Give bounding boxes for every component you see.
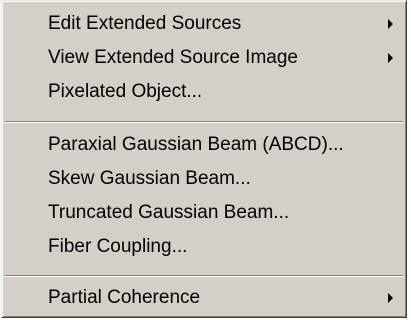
menu-item-label: Skew Gaussian Beam... bbox=[48, 168, 251, 189]
menu-item-truncated-gaussian-beam[interactable]: Truncated Gaussian Beam... bbox=[5, 197, 403, 229]
submenu-arrow-icon bbox=[388, 293, 393, 303]
menu-item-fiber-coupling[interactable]: Fiber Coupling... bbox=[5, 231, 403, 263]
menu-separator bbox=[5, 275, 403, 277]
menu-item-label: Paraxial Gaussian Beam (ABCD)... bbox=[48, 134, 344, 155]
menu-item-label: Pixelated Object... bbox=[48, 81, 203, 102]
submenu-arrow-icon bbox=[388, 19, 393, 29]
menu-item-label: Truncated Gaussian Beam... bbox=[48, 202, 290, 223]
menu-item-label: Edit Extended Sources bbox=[48, 13, 242, 34]
menu-item-paraxial-gaussian-beam[interactable]: Paraxial Gaussian Beam (ABCD)... bbox=[5, 129, 403, 161]
menu-item-view-extended-source-image[interactable]: View Extended Source Image bbox=[5, 42, 403, 74]
submenu-arrow-icon bbox=[388, 53, 393, 63]
context-menu: Edit Extended Sources View Extended Sour… bbox=[1, 0, 407, 318]
menu-item-skew-gaussian-beam[interactable]: Skew Gaussian Beam... bbox=[5, 163, 403, 195]
menu-item-partial-coherence[interactable]: Partial Coherence bbox=[5, 282, 403, 314]
menu-item-label: View Extended Source Image bbox=[48, 47, 298, 68]
menu-item-edit-extended-sources[interactable]: Edit Extended Sources bbox=[5, 8, 403, 40]
menu-item-label: Fiber Coupling... bbox=[48, 236, 188, 257]
menu-item-pixelated-object[interactable]: Pixelated Object... bbox=[5, 76, 403, 108]
menu-separator bbox=[5, 121, 403, 123]
menu-item-label: Partial Coherence bbox=[48, 287, 201, 308]
